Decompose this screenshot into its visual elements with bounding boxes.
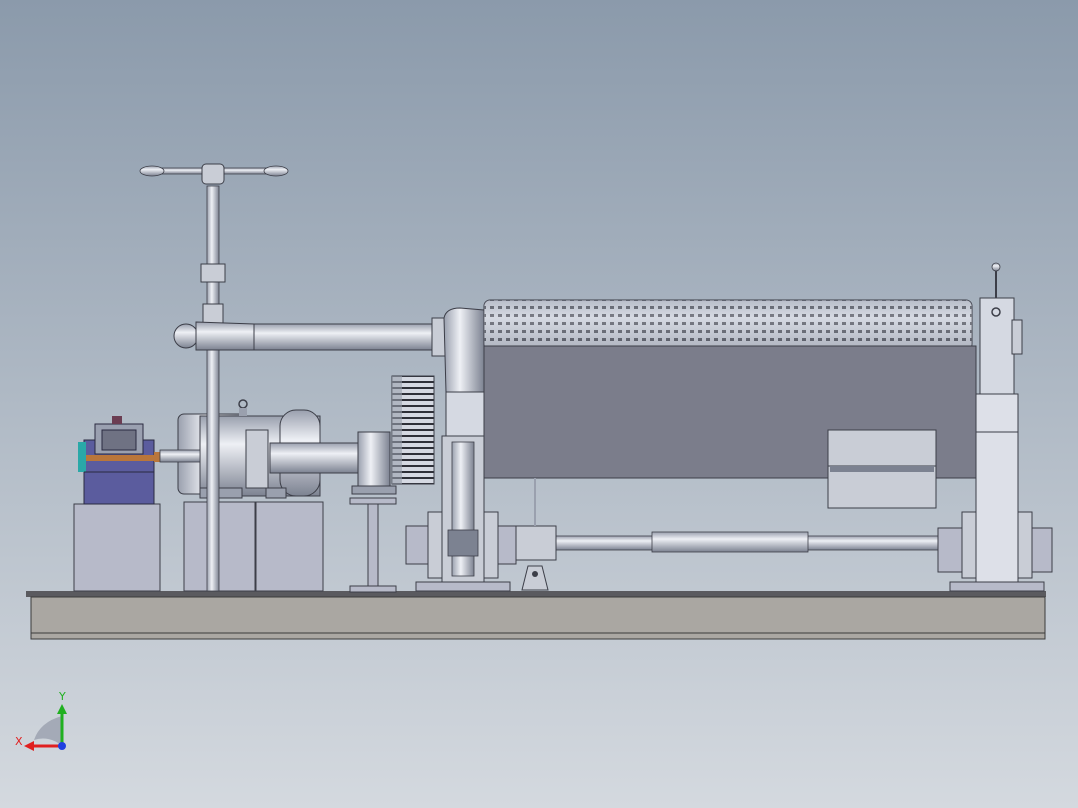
spur-gear[interactable] — [391, 375, 435, 485]
base-frame[interactable] — [26, 591, 1046, 640]
top-feed-pipe[interactable] — [173, 317, 447, 357]
cad-viewport[interactable]: X Y — [0, 0, 1078, 808]
bearing-block[interactable] — [351, 431, 397, 495]
motor-pedestal[interactable] — [183, 501, 324, 592]
z-axis-dot — [58, 742, 66, 750]
x-axis-label: X — [15, 735, 23, 748]
assembly-drawing: X Y — [0, 0, 1078, 808]
gearbox-pedestal[interactable] — [73, 503, 161, 592]
y-axis-label: Y — [58, 690, 66, 703]
perforated-drum[interactable] — [483, 299, 973, 351]
input-shaft[interactable] — [159, 449, 201, 463]
